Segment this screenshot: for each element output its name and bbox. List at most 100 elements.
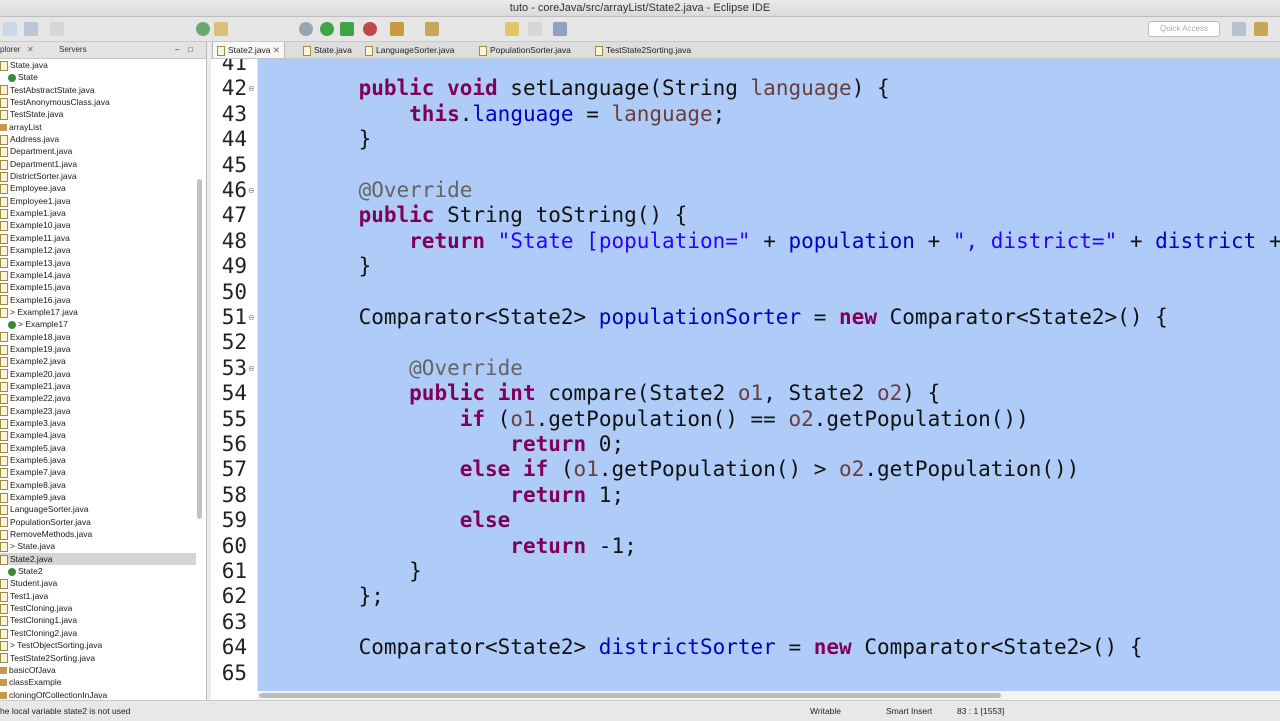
tree-item[interactable]: State	[0, 71, 196, 83]
tree-item[interactable]: Department.java	[0, 145, 196, 158]
tree-item[interactable]: Example6.java	[0, 454, 196, 466]
tree-item[interactable]: TestCloning.java	[0, 602, 196, 614]
java-file-icon	[0, 505, 8, 516]
tree-item[interactable]: TestAnonymousClass.java	[0, 96, 196, 108]
tree-item[interactable]: Employee1.java	[0, 195, 196, 207]
java-file-icon	[0, 591, 8, 602]
tree-item[interactable]: Example20.java	[0, 368, 196, 380]
editor-tab[interactable]: PopulationSorter.java	[475, 42, 575, 58]
tree-item[interactable]: Employee.java	[0, 182, 196, 195]
print-icon[interactable]	[50, 22, 64, 36]
tree-item[interactable]: Student.java	[0, 577, 196, 590]
fold-icon[interactable]: ⊖	[248, 364, 255, 373]
tree-item[interactable]: Example7.java	[0, 466, 196, 479]
tree-item[interactable]: TestAbstractState.java	[0, 84, 196, 96]
tree-item-label: TestAnonymousClass.java	[10, 97, 110, 108]
fold-icon[interactable]: ⊖	[248, 186, 255, 195]
open-type-icon[interactable]	[390, 22, 404, 36]
tree-item[interactable]: Example21.java	[0, 380, 196, 392]
tree-item[interactable]: Example14.java	[0, 269, 196, 281]
forward-icon[interactable]	[528, 22, 542, 36]
tree-item[interactable]: Example8.java	[0, 479, 196, 491]
code-area[interactable]: 41 42 ⊖ 43 44 45 46 ⊖ 47 48 49 50 51 ⊖ 52 53 ⊖ 54 55 56 57 58…	[211, 59, 1280, 691]
tree-item[interactable]: LanguageSorter.java	[0, 503, 196, 516]
close-icon[interactable]: ✕	[27, 45, 34, 54]
line-number: 54	[221, 381, 247, 406]
debug-icon[interactable]	[196, 22, 210, 36]
tree-item[interactable]: State2	[0, 565, 196, 577]
run-icon[interactable]	[320, 22, 334, 36]
tree-item[interactable]: State.java	[0, 59, 196, 71]
tree-item[interactable]: Example11.java	[0, 232, 196, 244]
tree-item[interactable]: State2.java	[0, 552, 196, 566]
fold-icon[interactable]: ⊖	[248, 84, 255, 93]
tree-item[interactable]: cloningOfCollectionInJava	[0, 689, 196, 700]
code-token: +	[1256, 228, 1280, 253]
editor-tab[interactable]: TestState2Sorting.java	[591, 42, 695, 58]
editor-tab[interactable]: State2.java ✕	[212, 42, 286, 58]
tree-item[interactable]: Example3.java	[0, 417, 196, 429]
editor-tab[interactable]: State.java	[299, 42, 356, 58]
tree-item[interactable]: Example18.java	[0, 331, 196, 343]
tree-item[interactable]: PopulationSorter.java	[0, 516, 196, 528]
tab-package-explorer[interactable]: plorer	[0, 45, 20, 54]
back-icon[interactable]	[505, 22, 519, 36]
code-token: .getPopulation())	[813, 406, 1029, 431]
tree-item[interactable]: > Example17.java	[0, 306, 196, 318]
tree-item[interactable]: Test1.java	[0, 590, 196, 602]
tree-item[interactable]: TestState2Sorting.java	[0, 652, 196, 664]
tree-item[interactable]: Example23.java	[0, 405, 196, 417]
save-icon[interactable]	[24, 22, 38, 36]
tree-item[interactable]: Example4.java	[0, 429, 196, 442]
external-tools-icon[interactable]	[363, 22, 377, 36]
maximize-icon[interactable]: □	[188, 45, 193, 54]
tree-item[interactable]: Example19.java	[0, 343, 196, 355]
tree-item[interactable]: > Example17	[0, 318, 196, 330]
tree-item[interactable]: Example1.java	[0, 207, 196, 219]
java-perspective-icon[interactable]	[1254, 22, 1268, 36]
tree-item[interactable]: Address.java	[0, 133, 196, 145]
gear-icon[interactable]	[299, 22, 313, 36]
close-icon[interactable]: ✕	[271, 45, 280, 55]
tree-item[interactable]: TestCloning2.java	[0, 627, 196, 639]
code-token: o2	[839, 457, 865, 482]
fold-icon[interactable]: ⊖	[248, 313, 255, 322]
new-icon[interactable]	[3, 22, 17, 36]
tree-item[interactable]: TestState.java	[0, 108, 196, 121]
skip-icon[interactable]	[214, 22, 228, 36]
tree-item[interactable]: > TestObjectSorting.java	[0, 639, 196, 651]
tree-item[interactable]: Department1.java	[0, 158, 196, 170]
tree-item[interactable]: Example9.java	[0, 491, 196, 503]
editor-tab-label: LanguageSorter.java	[376, 45, 455, 55]
tree-item[interactable]: Example10.java	[0, 219, 196, 232]
tab-servers[interactable]: Servers	[59, 45, 87, 54]
tree-item[interactable]: Example22.java	[0, 392, 196, 405]
run-config-icon[interactable]	[340, 22, 354, 36]
tree-item[interactable]: arrayList	[0, 121, 196, 133]
horizontal-scrollbar[interactable]	[257, 691, 1280, 700]
tree-item[interactable]: classExample	[0, 676, 196, 688]
quick-access-input[interactable]: Quick Access	[1148, 21, 1220, 37]
class-icon	[8, 320, 16, 329]
tree-item-label: State2.java	[10, 553, 53, 564]
code-line: };	[308, 584, 384, 609]
tree-item[interactable]: Example12.java	[0, 244, 196, 256]
tree-item[interactable]: Example13.java	[0, 257, 196, 269]
perspective-icon[interactable]	[1232, 22, 1246, 36]
tree-item[interactable]: Example2.java	[0, 355, 196, 367]
minimize-icon[interactable]: –	[175, 45, 179, 54]
tree-item[interactable]: Example16.java	[0, 294, 196, 306]
pin-icon[interactable]	[553, 22, 567, 36]
tree-item[interactable]: > State.java	[0, 540, 196, 553]
tree-item[interactable]: Example5.java	[0, 442, 196, 454]
explorer-scrollbar[interactable]	[197, 179, 202, 519]
tree-item[interactable]: RemoveMethods.java	[0, 528, 196, 540]
tree-item[interactable]: TestCloning1.java	[0, 614, 196, 627]
java-file-icon	[0, 554, 8, 565]
search-icon[interactable]	[425, 22, 439, 36]
editor-tab[interactable]: LanguageSorter.java	[361, 42, 458, 58]
tree-item[interactable]: DistrictSorter.java	[0, 170, 196, 182]
scrollbar-thumb[interactable]	[259, 693, 1001, 698]
tree-item[interactable]: Example15.java	[0, 281, 196, 293]
tree-item[interactable]: basicOfJava	[0, 664, 196, 676]
